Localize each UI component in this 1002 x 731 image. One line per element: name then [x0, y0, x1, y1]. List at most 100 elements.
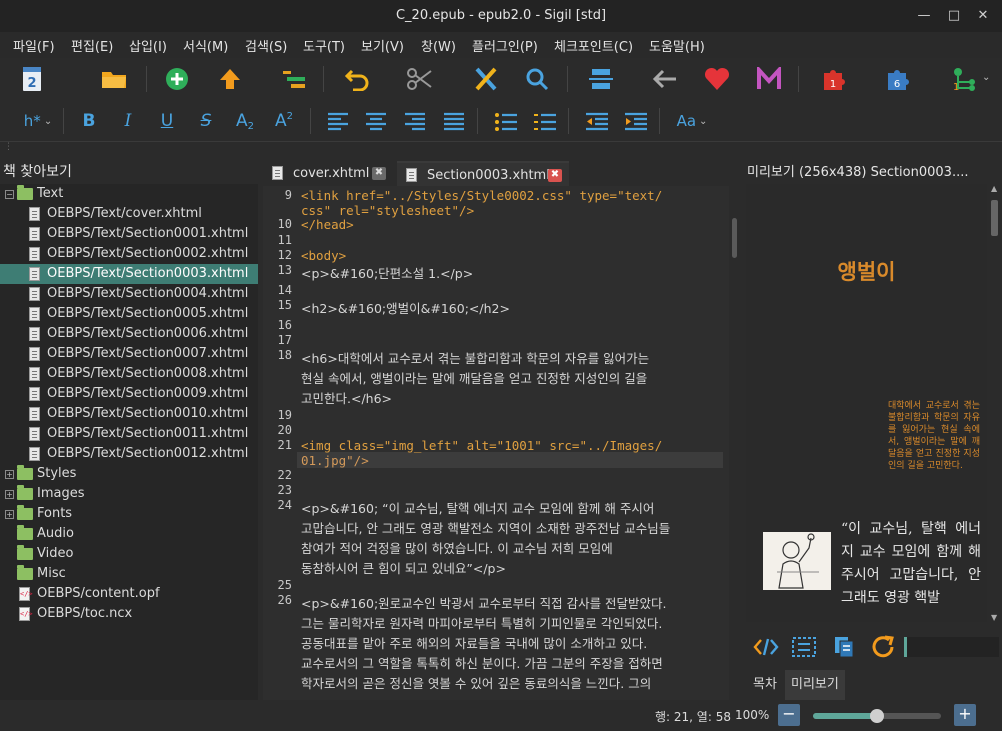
tree-item[interactable]: OEBPS/Text/Section0008.xhtml	[0, 364, 258, 384]
tree-folder-fonts[interactable]: + Fonts	[0, 504, 258, 524]
zoom-out-button[interactable]: −	[778, 704, 800, 726]
tree-item[interactable]: OEBPS/Text/Section0010.xhtml	[0, 404, 258, 424]
window-title: C_20.epub - epub2.0 - Sigil [std]	[395, 8, 607, 23]
close-tab-icon[interactable]: ✖	[548, 169, 562, 182]
menu-window[interactable]: 창(W)	[421, 36, 456, 55]
zoom-slider-handle[interactable]	[870, 709, 884, 723]
tab-cover[interactable]: cover.xhtml ✖	[263, 161, 395, 186]
tree-folder-images[interactable]: + Images	[0, 484, 258, 504]
menu-plugins[interactable]: 플러그인(P)	[472, 36, 538, 55]
bullet-list-icon[interactable]	[490, 106, 522, 138]
folder-icon	[17, 545, 33, 560]
menu-tools[interactable]: 도구(T)	[303, 36, 345, 55]
superscript-button[interactable]: A2	[271, 106, 297, 136]
arrow-up-icon[interactable]	[214, 63, 246, 95]
zoom-in-button[interactable]: +	[954, 704, 976, 726]
scroll-up-icon[interactable]: ▲	[991, 184, 997, 193]
tree-item[interactable]: OEBPS/Text/Section0007.xhtml	[0, 344, 258, 364]
tree-folder-text[interactable]: − Text	[0, 184, 258, 204]
menu-search[interactable]: 검색(S)	[245, 36, 287, 55]
numbered-list-icon[interactable]	[529, 106, 561, 138]
mend-icon[interactable]	[753, 63, 785, 95]
open-folder-icon[interactable]	[98, 63, 130, 95]
expand-icon[interactable]: +	[5, 470, 14, 479]
menu-format[interactable]: 서식(M)	[183, 36, 228, 55]
tree-item[interactable]: OEBPS/Text/Section0006.xhtml	[0, 324, 258, 344]
split-marker-icon[interactable]	[585, 63, 617, 95]
tree-item[interactable]: OEBPS/Text/Section0011.xhtml	[0, 424, 258, 444]
subscript-button[interactable]: A2	[232, 106, 258, 136]
plugin-blue-icon[interactable]: 6	[882, 63, 914, 95]
preview-viewport[interactable]: 앵벌이 대학에서 교수로서 겪는 불합리함과 학문의 자유를 잃어가는 현실 속…	[746, 184, 987, 622]
align-left-icon[interactable]	[322, 106, 354, 138]
clean-tags-icon[interactable]	[470, 63, 502, 95]
menu-view[interactable]: 보기(V)	[361, 36, 404, 55]
scrollbar-thumb[interactable]	[991, 200, 998, 236]
align-center-icon[interactable]	[360, 106, 392, 138]
undo-icon[interactable]	[342, 63, 374, 95]
scissors-icon[interactable]	[404, 63, 436, 95]
tree-item-ncx[interactable]: </> OEBPS/toc.ncx	[0, 604, 258, 624]
tab-section0003[interactable]: Section0003.xhtml ✖	[397, 161, 569, 186]
editor-scrollbar[interactable]	[729, 186, 740, 700]
select-all-icon[interactable]	[788, 631, 820, 663]
align-justify-icon[interactable]	[438, 106, 470, 138]
tree-folder-styles[interactable]: + Styles	[0, 464, 258, 484]
tree-folder-video[interactable]: Video	[0, 544, 258, 564]
tree-item[interactable]: OEBPS/Text/Section0002.xhtml	[0, 244, 258, 264]
scrollbar-thumb[interactable]	[732, 218, 737, 258]
chevron-down-icon[interactable]: ⌄	[982, 72, 990, 83]
add-file-icon[interactable]	[161, 63, 193, 95]
strikethrough-button[interactable]: S	[193, 106, 219, 136]
close-icon[interactable]: ✕	[973, 6, 993, 26]
menu-edit[interactable]: 편집(E)	[71, 36, 113, 55]
preview-scrollbar[interactable]: ▲ ▼	[989, 184, 1000, 622]
tree-item-selected[interactable]: OEBPS/Text/Section0003.xhtml	[0, 264, 258, 284]
tree-item[interactable]: OEBPS/Text/Section0012.xhtml	[0, 444, 258, 464]
plugin-red-icon[interactable]: 1	[818, 63, 850, 95]
heading-dropdown[interactable]: h* ⌄	[20, 106, 56, 136]
metadata-icon[interactable]	[278, 63, 310, 95]
menu-help[interactable]: 도움말(H)	[649, 36, 705, 55]
new-epub-icon[interactable]: 2	[16, 63, 48, 95]
tree-item[interactable]: OEBPS/Text/Section0001.xhtml	[0, 224, 258, 244]
align-right-icon[interactable]	[399, 106, 431, 138]
expand-icon[interactable]: +	[5, 510, 14, 519]
tree-item[interactable]: OEBPS/Text/Section0009.xhtml	[0, 384, 258, 404]
menu-insert[interactable]: 삽입(I)	[129, 36, 167, 55]
folder-icon	[17, 565, 33, 580]
underline-button[interactable]: U	[154, 106, 180, 136]
tree-item[interactable]: OEBPS/Text/Section0004.xhtml	[0, 284, 258, 304]
italic-button[interactable]: I	[115, 106, 141, 136]
minimize-icon[interactable]: —	[914, 6, 934, 26]
tree-folder-misc[interactable]: Misc	[0, 564, 258, 584]
tree-item-opf[interactable]: </> OEBPS/content.opf	[0, 584, 258, 604]
tree-item[interactable]: OEBPS/Text/Section0005.xhtml	[0, 304, 258, 324]
expand-icon[interactable]: +	[5, 490, 14, 499]
case-dropdown[interactable]: Aa ⌄	[672, 106, 712, 136]
tree-folder-audio[interactable]: Audio	[0, 524, 258, 544]
inspect-code-icon[interactable]	[750, 631, 782, 663]
maximize-icon[interactable]: □	[944, 6, 964, 26]
tab-toc[interactable]: 목차	[747, 670, 783, 700]
zoom-slider[interactable]	[813, 709, 941, 723]
preview-zoom-slider[interactable]	[904, 637, 999, 657]
heart-icon[interactable]	[701, 63, 733, 95]
menu-checkpoints[interactable]: 체크포인트(C)	[554, 36, 633, 55]
search-icon[interactable]	[521, 63, 553, 95]
indent-icon[interactable]	[620, 106, 652, 138]
document-icon	[29, 387, 40, 401]
refresh-icon[interactable]	[867, 631, 899, 663]
plugin-tree-icon[interactable]: 1	[947, 63, 979, 95]
bold-button[interactable]: B	[76, 106, 102, 136]
tab-preview[interactable]: 미리보기	[785, 670, 845, 700]
copy-icon[interactable]	[828, 631, 860, 663]
outdent-icon[interactable]	[581, 106, 613, 138]
tree-item[interactable]: OEBPS/Text/cover.xhtml	[0, 204, 258, 224]
code-view[interactable]: 9 10 11 12 13 14 15 16 17 18 19 20 21 22…	[263, 186, 729, 700]
menu-file[interactable]: 파일(F)	[13, 36, 55, 55]
close-tab-icon[interactable]: ✖	[372, 167, 386, 180]
collapse-icon[interactable]: −	[5, 190, 14, 199]
scroll-down-icon[interactable]: ▼	[991, 613, 997, 622]
back-arrow-icon[interactable]	[649, 63, 681, 95]
